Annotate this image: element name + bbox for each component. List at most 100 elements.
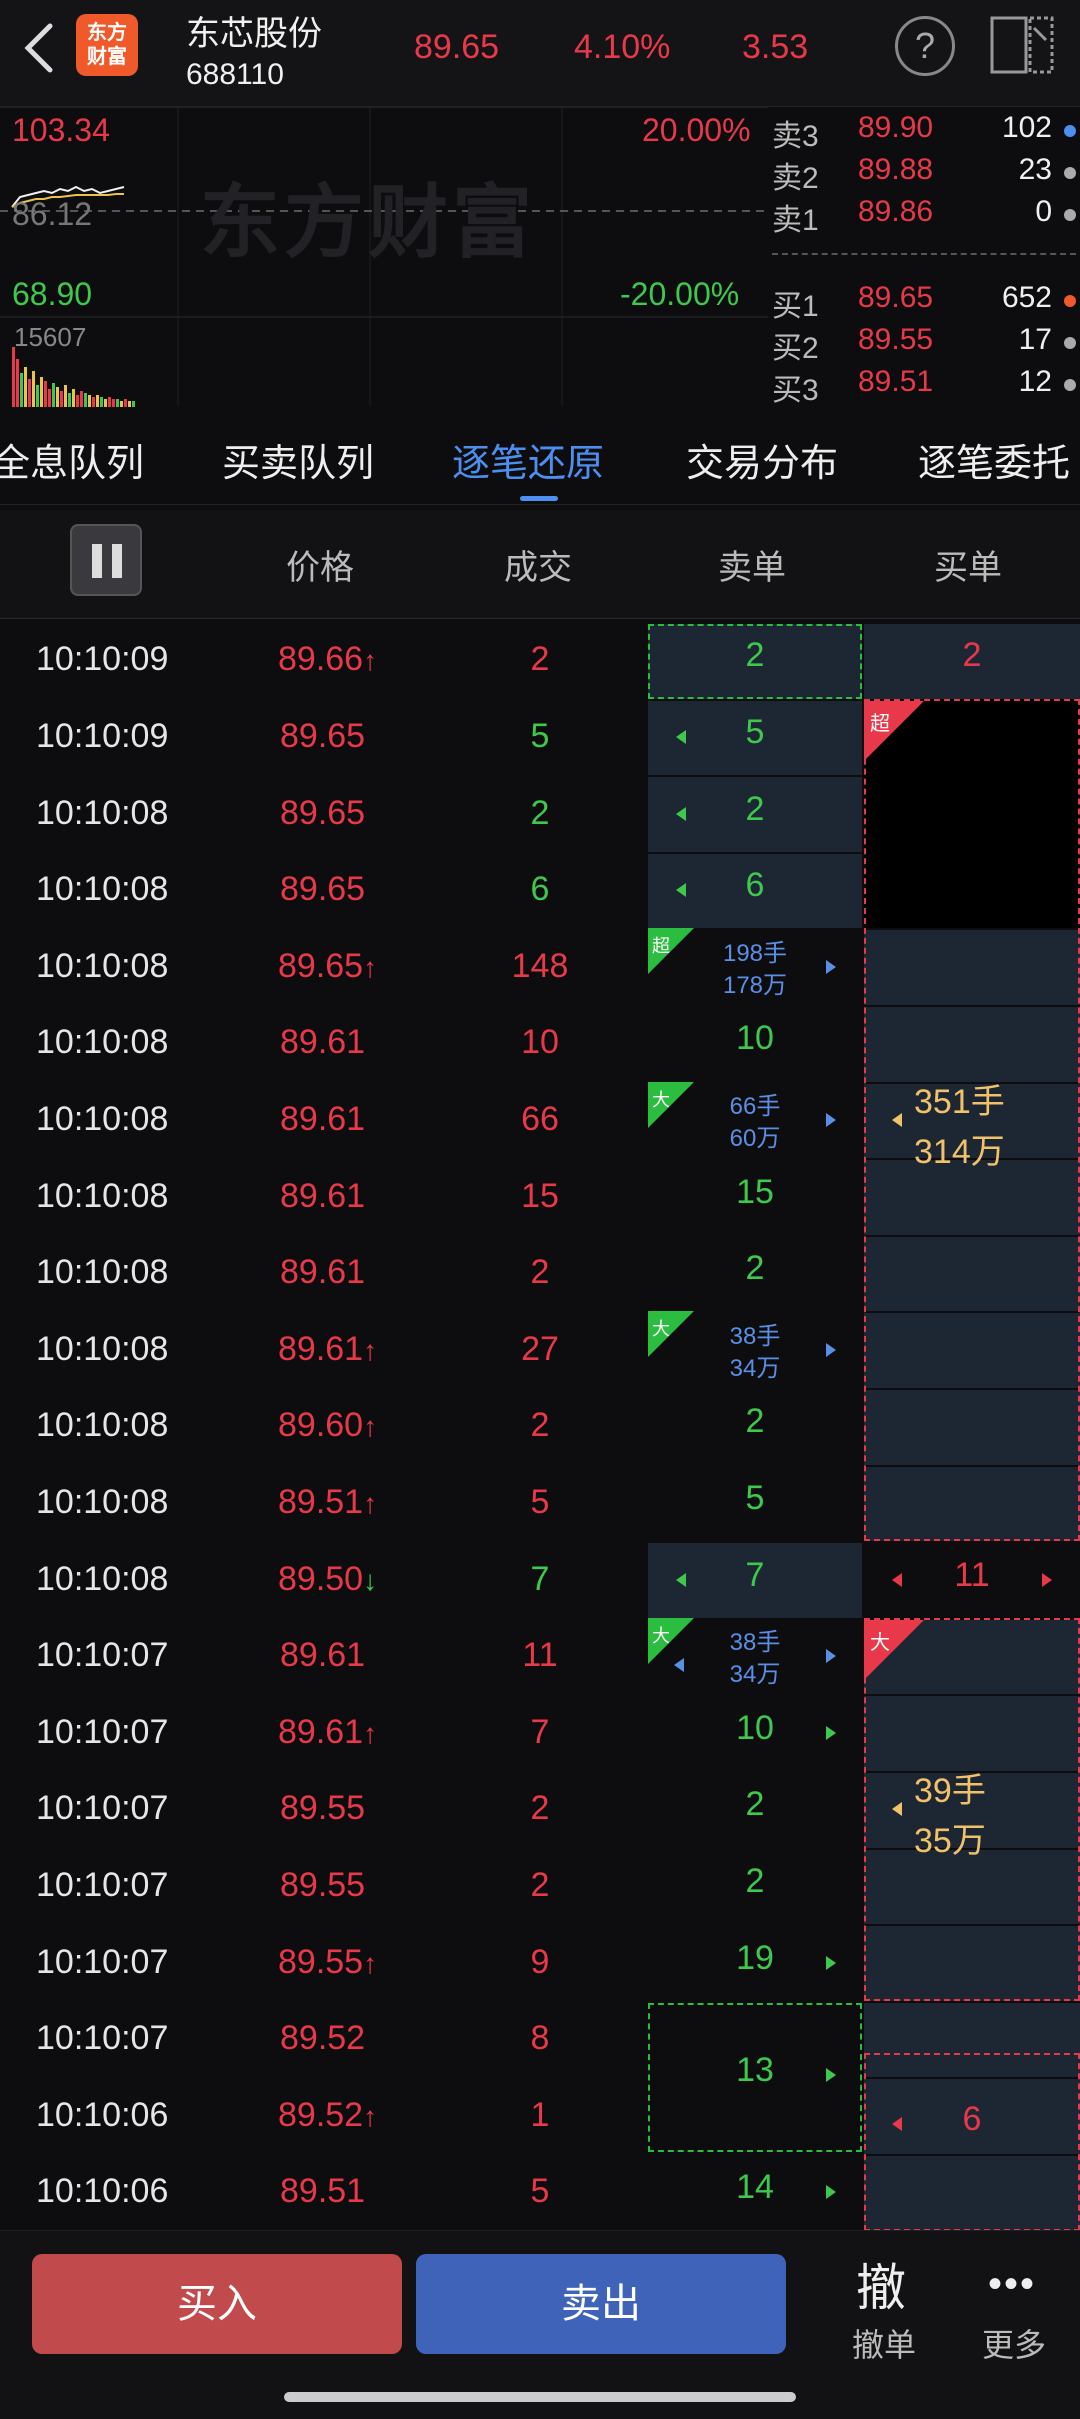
tick-volume: 66 [521, 1099, 559, 1138]
more-label[interactable]: 更多 [982, 2320, 1046, 2366]
tick-price: 89.61 [280, 1636, 366, 1675]
tick-time: 10:10:08 [36, 1253, 169, 1292]
sell-order-value: 10 [736, 1019, 774, 1058]
tick-volume: 2 [530, 1865, 550, 1904]
volume-bar [16, 359, 19, 407]
volume-bar [20, 373, 23, 407]
tick-price: 89.55↑ [278, 1942, 378, 1981]
tick-price: 89.51 [280, 2172, 366, 2211]
tab-item[interactable]: 买卖队列 [222, 432, 374, 487]
tick-price: 89.50↓ [278, 1559, 378, 1598]
tab-item[interactable]: 逐笔委托 [918, 432, 1070, 487]
order-volume: 102 [1001, 111, 1052, 144]
badge-text: 大 [652, 1089, 670, 1110]
order-book-row[interactable]: 卖2 89.88 23 [768, 153, 1080, 195]
left-arrow-icon [892, 1802, 902, 1817]
watermark: 东方财富 [200, 178, 536, 267]
sell-order-value: 2 [745, 1861, 765, 1900]
tick-volume: 7 [530, 1559, 550, 1598]
tick-price: 89.61 [280, 1253, 366, 1292]
sell-button[interactable]: 卖出 [416, 2254, 786, 2354]
tick-table[interactable]: 10:10:09 89.66↑ 2 2 2 10:10:09 89.65 5 5 10:10:08… [0, 622, 1080, 2230]
up-arrow-icon: ↑ [363, 2100, 378, 2132]
order-book-row[interactable]: 卖3 89.90 102 [768, 111, 1080, 153]
tick-price: 89.61↑ [278, 1329, 378, 1368]
help-icon[interactable]: ? [895, 16, 955, 76]
order-price: 89.86 [858, 195, 934, 228]
order-book-row[interactable]: 买1 89.65 652 [768, 281, 1080, 323]
tick-volume: 27 [521, 1329, 559, 1368]
order-book-row[interactable]: 买3 89.51 12 [768, 365, 1080, 407]
order-book-row[interactable]: 卖1 89.86 0 [768, 195, 1080, 237]
logo-text: 东方 [87, 22, 127, 44]
volume-bar [48, 389, 51, 407]
more-icon[interactable]: ••• [988, 2262, 1036, 2307]
order-price: 89.51 [858, 365, 934, 398]
tick-volume: 11 [522, 1636, 558, 1675]
tick-price: 89.61↑ [278, 1712, 378, 1751]
buy-button[interactable]: 买入 [32, 2254, 402, 2354]
order-price: 89.88 [858, 153, 934, 186]
stock-code: 688110 [186, 58, 284, 91]
split-screen-icon[interactable] [990, 14, 1054, 78]
sell-order-value: 5 [745, 1478, 765, 1517]
tick-volume: 2 [530, 1406, 550, 1445]
tick-price: 89.61 [280, 1023, 366, 1062]
tab-item[interactable]: 逐笔还原 [452, 432, 604, 487]
left-arrow-icon [892, 1112, 902, 1127]
tick-volume: 2 [530, 1253, 550, 1292]
sell-group-box [648, 624, 862, 699]
price-change: 3.53 [742, 28, 809, 66]
left-arrow-icon [676, 806, 686, 821]
left-arrow-icon [676, 883, 686, 898]
volume-bar [76, 395, 79, 407]
volume-bar [64, 385, 67, 407]
tab-item[interactable]: 全息队列 [0, 432, 144, 487]
order-level-label: 卖2 [772, 162, 819, 195]
tick-volume: 2 [530, 793, 550, 832]
cancel-order-icon[interactable]: 撤 [856, 2248, 906, 2320]
home-indicator[interactable] [284, 2392, 796, 2402]
badge-text: 大 [870, 1631, 890, 1654]
volume-bar [80, 391, 83, 407]
tick-volume: 8 [530, 2019, 550, 2058]
tick-time: 10:10:06 [36, 2095, 169, 2134]
tick-time: 10:10:07 [36, 1636, 169, 1675]
left-arrow-icon [676, 1572, 686, 1587]
order-volume: 17 [1018, 323, 1052, 356]
tick-price: 89.55 [280, 1789, 366, 1828]
up-arrow-icon: ↑ [363, 1487, 378, 1519]
tick-time: 10:10:08 [36, 946, 169, 985]
volume-label: 15607 [14, 322, 87, 352]
volume-bar [120, 401, 123, 407]
order-book-row[interactable]: 买2 89.55 17 [768, 323, 1080, 365]
up-arrow-icon: ↑ [363, 1717, 378, 1749]
tick-time: 10:10:08 [36, 1329, 169, 1368]
back-arrow-icon[interactable] [18, 18, 58, 78]
buy-group-box [864, 2053, 1080, 2230]
sell-order-value: 2 [745, 1249, 765, 1288]
pause-icon[interactable] [70, 524, 142, 596]
tick-price: 89.55 [280, 1865, 366, 1904]
sell-group-box [648, 2002, 862, 2152]
volume-bar [72, 389, 75, 407]
volume-bar [24, 367, 27, 407]
right-arrow-icon [826, 2185, 836, 2200]
left-arrow-icon [674, 1658, 684, 1673]
status-dot [1064, 295, 1076, 307]
volume-bar [52, 383, 55, 407]
header-buy: 买单 [934, 549, 1002, 587]
cancel-order-label[interactable]: 撤单 [852, 2320, 916, 2366]
tick-time: 10:10:06 [36, 2172, 169, 2211]
tick-volume: 10 [521, 1023, 559, 1062]
tick-volume: 2 [530, 1789, 550, 1828]
tab-item[interactable]: 交易分布 [686, 432, 838, 487]
order-price: 89.65 [858, 281, 934, 314]
right-arrow-icon [1042, 1572, 1052, 1587]
tick-price: 89.65↑ [278, 946, 378, 985]
tick-volume: 5 [530, 1482, 550, 1521]
order-level-label: 卖1 [772, 204, 819, 237]
volume-bar [84, 393, 87, 407]
tick-volume: 1 [530, 2095, 550, 2134]
status-dot [1064, 167, 1076, 179]
